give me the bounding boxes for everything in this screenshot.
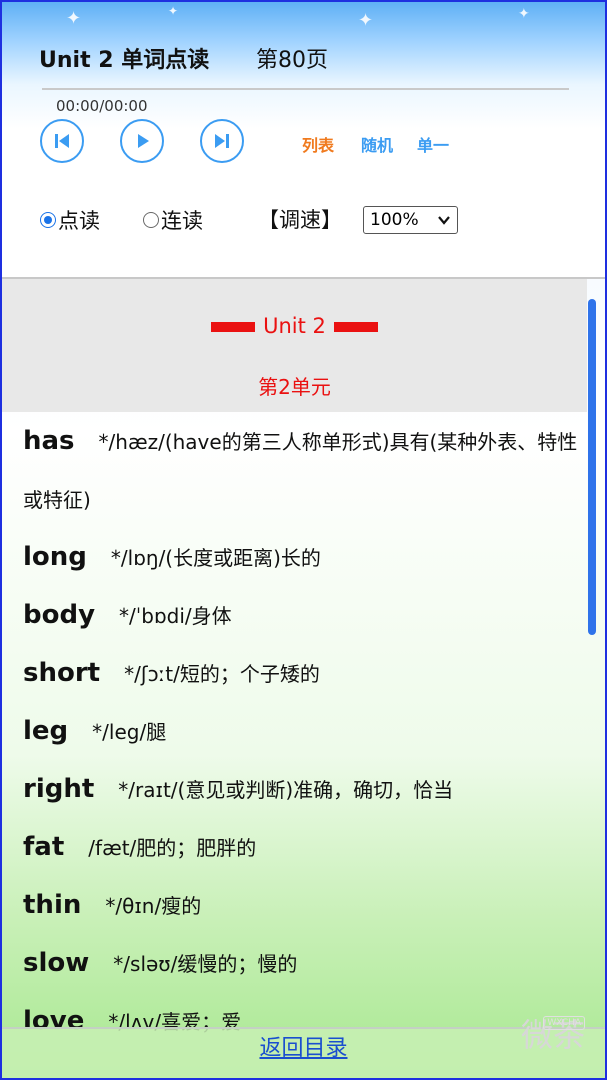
- word: short: [23, 658, 101, 688]
- footer: 返回目录: [2, 1029, 605, 1078]
- word-item[interactable]: long */lɒŋ/(长度或距离)长的: [23, 528, 583, 586]
- speed-select[interactable]: 100%: [363, 206, 458, 234]
- word-list: has */hæz/(have的第三人称单形式)具有(某种外表、特性或特征) lo…: [23, 412, 583, 1050]
- speed-label: 【调速】: [258, 208, 342, 232]
- word-definition: */lɒŋ/(长度或距离)长的: [110, 546, 321, 570]
- word-definition: */hæz/(have的第三人称单形式)具有(某种外表、特性或特征): [23, 430, 578, 512]
- play-button[interactable]: [120, 119, 164, 163]
- mode-list-button[interactable]: 列表: [302, 132, 334, 156]
- watermark-tag: WXCHA: [543, 1016, 585, 1030]
- page-number: 第80页: [256, 48, 328, 73]
- word-definition: */leg/腿: [92, 720, 167, 744]
- word: has: [23, 426, 75, 456]
- back-to-contents-link[interactable]: 返回目录: [259, 1036, 347, 1061]
- app-frame: ✦ ✦ ✦ ✦ Unit 2 单词点读 第80页 00:00/00:00 列表 …: [0, 0, 607, 1080]
- player-header: ✦ ✦ ✦ ✦ Unit 2 单词点读 第80页 00:00/00:00 列表 …: [2, 2, 605, 279]
- dash-decoration: [211, 322, 256, 332]
- unit-subtitle: 第2单元: [258, 375, 331, 399]
- word: long: [23, 542, 87, 572]
- word: body: [23, 600, 96, 630]
- chevron-down-icon: [438, 216, 450, 225]
- speed-value: 100%: [370, 210, 419, 230]
- unit-title: Unit 2: [263, 314, 326, 338]
- word-item[interactable]: slow */sləʊ/缓慢的；慢的: [23, 934, 583, 992]
- page-title: Unit 2 单词点读: [39, 48, 210, 73]
- word-item[interactable]: body */ˈbɒdi/身体: [23, 586, 583, 644]
- word-definition: */ʃɔːt/短的；个子矮的: [124, 662, 320, 686]
- word-item[interactable]: short */ʃɔːt/短的；个子矮的: [23, 644, 583, 702]
- scrollbar-thumb[interactable]: [588, 299, 596, 635]
- word: thin: [23, 890, 82, 920]
- radio-checked-icon[interactable]: [40, 212, 56, 228]
- play-icon: [138, 134, 149, 148]
- word: fat: [23, 832, 65, 862]
- radio-continuous-read[interactable]: 连读: [143, 205, 203, 235]
- word: leg: [23, 716, 69, 746]
- sparkle-icon: ✦: [518, 6, 530, 22]
- word-item[interactable]: fat/fæt/肥的；肥胖的: [23, 818, 583, 876]
- radio-label: 点读: [58, 209, 100, 233]
- audio-progress-bar[interactable]: [42, 88, 569, 90]
- word: right: [23, 774, 95, 804]
- word-definition: */raɪt/(意见或判断)准确，确切，恰当: [118, 778, 454, 802]
- word-item[interactable]: has */hæz/(have的第三人称单形式)具有(某种外表、特性或特征): [23, 412, 583, 528]
- radio-unchecked-icon[interactable]: [143, 212, 159, 228]
- word-item[interactable]: thin */θɪn/瘦的: [23, 876, 583, 934]
- word: slow: [23, 948, 90, 978]
- radio-label: 连读: [161, 209, 203, 233]
- sparkle-icon: ✦: [358, 10, 374, 31]
- word-definition: */sləʊ/缓慢的；慢的: [113, 952, 298, 976]
- sparkle-icon: ✦: [168, 4, 179, 18]
- word-definition: /fæt/肥的；肥胖的: [88, 836, 257, 860]
- sparkle-icon: ✦: [66, 8, 82, 29]
- dash-decoration: [333, 322, 378, 332]
- word-item[interactable]: leg */leg/腿: [23, 702, 583, 760]
- word-definition: */ˈbɒdi/身体: [119, 604, 232, 628]
- mode-random-button[interactable]: 随机: [361, 132, 393, 156]
- word-item[interactable]: right */raɪt/(意见或判断)准确，确切，恰当: [23, 760, 583, 818]
- previous-button[interactable]: [40, 119, 84, 163]
- mode-single-button[interactable]: 单一: [417, 132, 449, 156]
- unit-heading: Unit 2: [2, 314, 587, 338]
- skip-previous-icon: [55, 134, 69, 148]
- skip-next-icon: [215, 134, 229, 148]
- word-definition: */θɪn/瘦的: [105, 894, 202, 918]
- time-display: 00:00/00:00: [56, 97, 148, 115]
- radio-point-read[interactable]: 点读: [40, 205, 100, 235]
- next-button[interactable]: [200, 119, 244, 163]
